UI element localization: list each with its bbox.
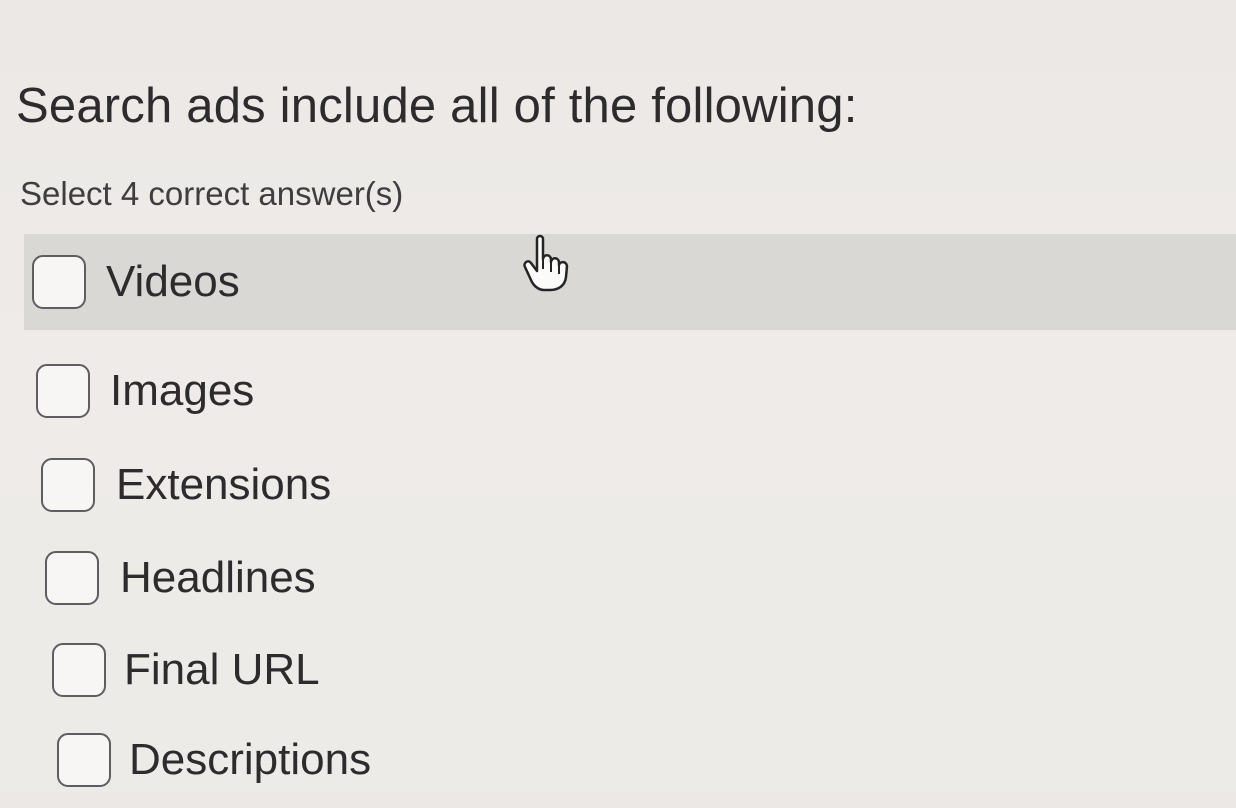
checkbox-images[interactable] bbox=[36, 364, 90, 418]
option-label-images: Images bbox=[110, 366, 255, 415]
option-final-url[interactable]: Final URL bbox=[24, 622, 1236, 718]
option-label-headlines: Headlines bbox=[120, 553, 316, 602]
checkbox-descriptions[interactable] bbox=[57, 733, 111, 787]
option-headlines[interactable]: Headlines bbox=[24, 530, 1236, 626]
option-label-extensions: Extensions bbox=[116, 460, 332, 509]
option-extensions[interactable]: Extensions bbox=[24, 437, 1236, 533]
option-label-videos: Videos bbox=[106, 257, 240, 306]
checkbox-videos[interactable] bbox=[32, 255, 86, 309]
option-images[interactable]: Images bbox=[24, 343, 1236, 439]
option-descriptions[interactable]: Descriptions bbox=[24, 712, 1236, 808]
checkbox-extensions[interactable] bbox=[41, 458, 95, 512]
checkbox-final-url[interactable] bbox=[52, 643, 106, 697]
option-videos[interactable]: Videos bbox=[24, 234, 1236, 330]
option-label-final-url: Final URL bbox=[124, 645, 320, 694]
option-label-descriptions: Descriptions bbox=[129, 735, 372, 784]
checkbox-headlines[interactable] bbox=[45, 551, 99, 605]
answer-options: Videos Images Extensions Headlines Final… bbox=[0, 0, 1236, 793]
